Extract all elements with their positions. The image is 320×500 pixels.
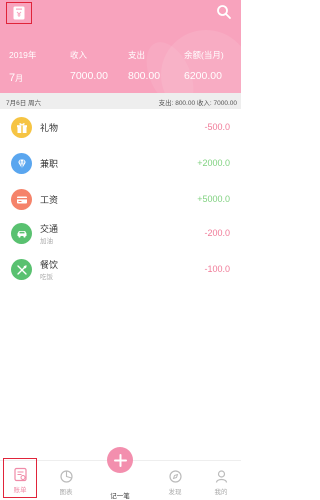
car-icon [11,223,32,244]
expense-value: 800.00 [128,70,161,82]
year-label[interactable]: 2019年 [9,49,36,61]
tab-chart-label: 图表 [59,489,73,496]
balance-label: 余额(当月) [184,50,224,60]
summary-header: 2019年 收入 支出 余额(当月) 7月 7000.00 800.00 620… [0,0,241,93]
record-amount: -500.0 [204,122,230,132]
record-amount: -100.0 [204,264,230,274]
tab-bill-label: 账单 [13,487,27,494]
tab-mine-label: 我的 [214,489,228,496]
ledger-book-button[interactable] [6,2,32,24]
tab-mine[interactable]: 我的 [201,461,241,500]
diamond-icon [11,153,32,174]
record-category: 工资 [40,195,59,205]
search-icon [217,5,231,19]
balance-value: 6200.00 [184,70,222,82]
record-amount: +5000.0 [197,194,230,204]
month-unit: 月 [15,74,24,83]
expense-label: 支出 [128,50,146,60]
tab-find-label: 发现 [168,489,182,496]
day-date: 7月6日 周六 [6,100,42,107]
pie-chart-icon [59,470,73,483]
record-category: 兼职 [40,159,59,169]
record-item[interactable]: 兼职 +2000.0 [0,150,241,180]
day-summary-bar: 7月6日 周六 支出: 800.00 收入: 7000.00 [0,93,241,109]
income-value: 7000.00 [70,70,108,82]
search-button[interactable] [216,4,232,20]
plus-icon [113,453,127,467]
tab-find[interactable]: 发现 [155,461,195,500]
tab-bill[interactable]: 账单 [3,458,37,498]
bill-icon [13,467,27,482]
income-label: 收入 [70,50,88,60]
record-item[interactable]: 工资 +5000.0 [0,186,241,216]
bottom-tab-bar: 账单 图表 记一笔 发现 我的 [0,447,241,500]
dining-icon [11,259,32,280]
month-selector[interactable]: 7月 [9,68,23,86]
compass-icon [168,470,182,483]
card-icon [11,189,32,210]
record-note: 加油 [40,238,53,245]
record-item[interactable]: 交通 加油 -200.0 [0,220,241,250]
add-record-button[interactable] [107,447,133,473]
user-icon [215,470,227,483]
record-category: 餐饮 [40,260,59,270]
ledger-book-icon [13,6,25,20]
tab-record-label[interactable]: 记一笔 [100,490,140,500]
day-totals: 支出: 800.00 收入: 7000.00 [158,100,237,107]
record-note: 吃饭 [40,274,53,281]
record-item[interactable]: 餐饮 吃饭 -100.0 [0,256,241,286]
record-item[interactable]: 礼物 -500.0 [0,114,241,144]
record-amount: -200.0 [204,228,230,238]
record-category: 礼物 [40,123,59,133]
gift-icon [11,117,32,138]
tab-chart[interactable]: 图表 [46,461,86,500]
record-category: 交通 [40,224,59,234]
record-amount: +2000.0 [197,158,230,168]
